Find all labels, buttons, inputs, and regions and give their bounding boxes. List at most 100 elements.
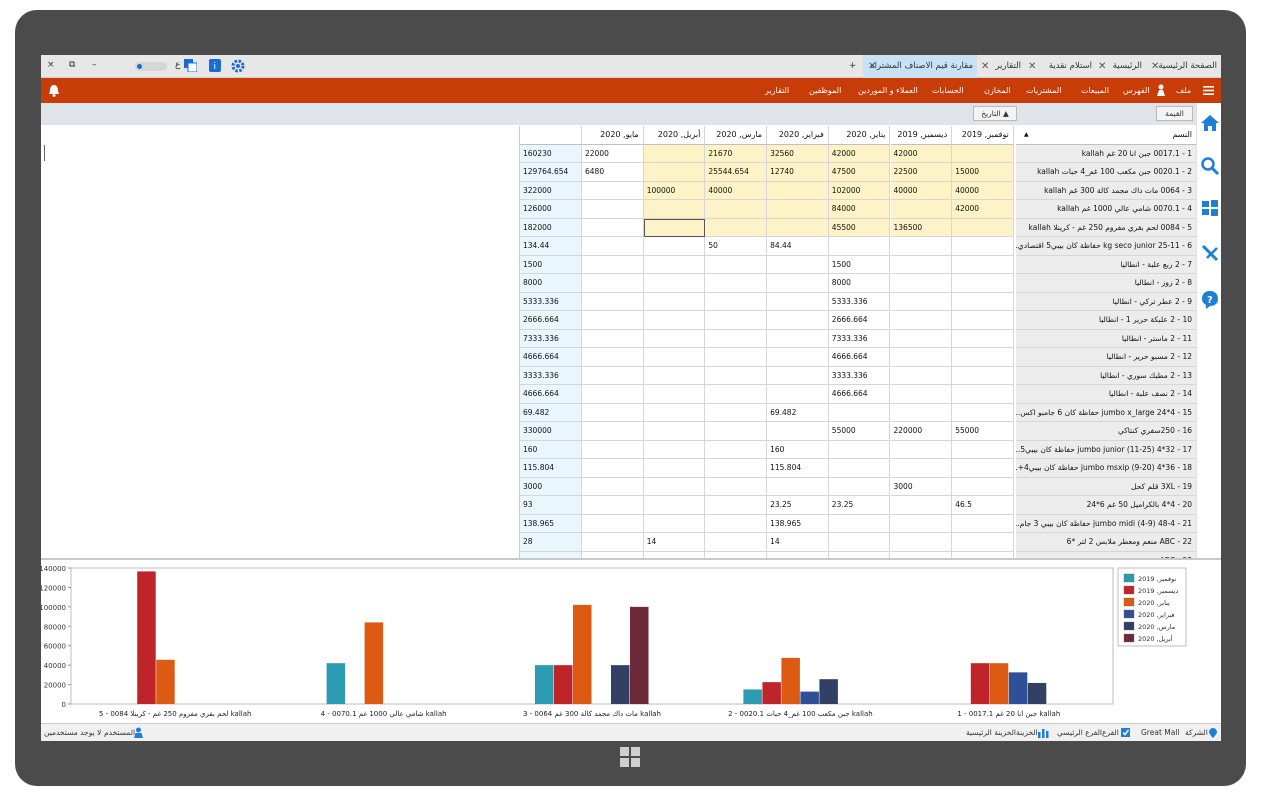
row-value-cell[interactable]: 5333.336	[828, 292, 891, 311]
row-value-cell[interactable]: 136500	[890, 218, 953, 237]
row-value-cell[interactable]	[828, 440, 891, 459]
row-value-cell[interactable]	[705, 514, 768, 533]
row-value-cell[interactable]	[890, 403, 953, 422]
row-value-cell[interactable]: 55000	[952, 422, 1014, 441]
row-value-cell[interactable]: 25544.654	[705, 163, 768, 182]
row-value-cell[interactable]: 14	[767, 533, 829, 552]
row-value-cell[interactable]	[582, 477, 644, 496]
row-value-cell[interactable]: 42000	[952, 200, 1014, 219]
row-value-cell[interactable]: 40000	[890, 181, 953, 200]
row-value-cell[interactable]	[643, 237, 706, 256]
table-row[interactable]: 1 - 0017.1 جبن انا 20 غم kallah 42000 4200…	[520, 144, 1196, 163]
row-value-cell[interactable]: 47500	[828, 163, 891, 182]
row-value-cell[interactable]	[767, 200, 829, 219]
row-value-cell[interactable]	[705, 200, 768, 219]
menu-item-file[interactable]: ملف	[1176, 78, 1191, 103]
row-value-cell[interactable]: 4666.664	[828, 385, 891, 404]
row-value-cell[interactable]	[705, 459, 768, 478]
header-month-column[interactable]: فبراير, 2020	[767, 126, 829, 145]
row-value-cell[interactable]	[767, 255, 829, 274]
row-value-cell[interactable]	[582, 348, 644, 367]
row-value-cell[interactable]: 100000	[643, 181, 706, 200]
row-value-cell[interactable]	[705, 218, 768, 237]
table-row[interactable]: 10 - 2 علبكة حرير 1 - انطاليا 2666.664 266…	[520, 311, 1196, 330]
row-value-cell[interactable]: 102000	[828, 181, 891, 200]
minimize-window-button[interactable]: –	[92, 60, 97, 70]
row-value-cell[interactable]	[952, 440, 1014, 459]
row-value-cell[interactable]	[643, 514, 706, 533]
row-value-cell[interactable]: 84.44	[767, 237, 829, 256]
row-value-cell[interactable]	[890, 311, 953, 330]
row-value-cell[interactable]	[890, 255, 953, 274]
row-value-cell[interactable]: 42000	[890, 144, 953, 163]
tab-reports[interactable]: ✕ التقارير	[978, 55, 1024, 78]
pivot-grid[interactable]: ▲ النسم نوفمبر, 2019 ديسمبر, 2019 يناير, 202…	[519, 126, 1196, 558]
row-value-cell[interactable]	[828, 403, 891, 422]
table-row[interactable]: 2 - 0020.1 جبن مكعب 100 غم_4 حبات kallah…	[520, 163, 1196, 182]
row-value-cell[interactable]	[582, 366, 644, 385]
info-icon[interactable]: i	[209, 59, 221, 72]
row-value-cell[interactable]: 23.25	[767, 496, 829, 515]
row-value-cell[interactable]	[828, 459, 891, 478]
row-value-cell[interactable]: 42000	[828, 144, 891, 163]
row-value-cell[interactable]	[705, 292, 768, 311]
row-value-cell[interactable]	[705, 496, 768, 515]
value-field-button[interactable]: القيمة	[1156, 106, 1193, 121]
menu-item-employees[interactable]: الموظفين	[809, 78, 841, 103]
row-value-cell[interactable]: 6480	[582, 163, 644, 182]
row-value-cell[interactable]	[643, 403, 706, 422]
menu-item-warehouses[interactable]: المخازن	[984, 78, 1011, 103]
row-value-cell[interactable]	[952, 348, 1014, 367]
row-value-cell[interactable]	[767, 181, 829, 200]
row-value-cell[interactable]: 55000	[828, 422, 891, 441]
row-value-cell[interactable]	[582, 403, 644, 422]
row-value-cell[interactable]	[643, 348, 706, 367]
translate-icon[interactable]	[184, 59, 197, 72]
row-value-cell[interactable]	[705, 422, 768, 441]
row-value-cell[interactable]: 14	[643, 533, 706, 552]
row-value-cell[interactable]	[890, 385, 953, 404]
tools-icon[interactable]	[1200, 243, 1220, 263]
row-value-cell[interactable]	[767, 218, 829, 237]
row-value-cell[interactable]	[890, 366, 953, 385]
row-value-cell[interactable]	[828, 477, 891, 496]
row-value-cell[interactable]: 160	[767, 440, 829, 459]
row-value-cell[interactable]	[643, 292, 706, 311]
table-row[interactable]: 15 - 4*24 jumbo x_large حفاظة كان 6 جامب…	[520, 403, 1196, 422]
row-value-cell[interactable]	[705, 477, 768, 496]
row-value-cell[interactable]	[643, 311, 706, 330]
row-value-cell[interactable]	[705, 366, 768, 385]
notification-bell-icon[interactable]	[48, 84, 60, 97]
row-value-cell[interactable]	[890, 533, 953, 552]
row-value-cell[interactable]: 12740	[767, 163, 829, 182]
new-tab-button[interactable]: +	[849, 55, 861, 78]
menu-item-purchases[interactable]: المشتريات	[1026, 78, 1061, 103]
row-value-cell[interactable]	[643, 440, 706, 459]
table-row[interactable]: 8 - 2 زوز - انطاليا 8000 8000	[520, 274, 1196, 293]
row-value-cell[interactable]	[890, 440, 953, 459]
table-row[interactable]: 22 - ABC منعم ومعطر ملابس 2 لتر *6 14 14 28	[520, 533, 1196, 552]
row-value-cell[interactable]: 8000	[828, 274, 891, 293]
row-value-cell[interactable]	[643, 255, 706, 274]
row-value-cell[interactable]	[643, 200, 706, 219]
row-value-cell[interactable]	[890, 274, 953, 293]
row-value-cell[interactable]	[952, 144, 1014, 163]
row-value-cell[interactable]	[643, 329, 706, 348]
row-value-cell[interactable]	[767, 274, 829, 293]
menu-item-customers-suppliers[interactable]: العملاء و الموردين	[858, 78, 918, 103]
row-value-cell[interactable]: 40000	[705, 181, 768, 200]
row-value-cell[interactable]	[767, 292, 829, 311]
row-value-cell[interactable]	[582, 533, 644, 552]
sort-ascending-icon[interactable]: ▲	[1024, 126, 1029, 144]
row-value-cell[interactable]	[952, 237, 1014, 256]
date-field-button[interactable]: التاريخ ▲	[973, 106, 1017, 121]
row-value-cell[interactable]: 4666.664	[828, 348, 891, 367]
row-value-cell[interactable]	[705, 274, 768, 293]
row-value-cell[interactable]	[767, 477, 829, 496]
row-value-cell[interactable]: 115.804	[767, 459, 829, 478]
row-value-cell[interactable]	[828, 237, 891, 256]
row-value-cell[interactable]	[952, 514, 1014, 533]
row-value-cell[interactable]: 46.5	[952, 496, 1014, 515]
row-value-cell[interactable]: 21670	[705, 144, 768, 163]
row-value-cell[interactable]	[890, 459, 953, 478]
